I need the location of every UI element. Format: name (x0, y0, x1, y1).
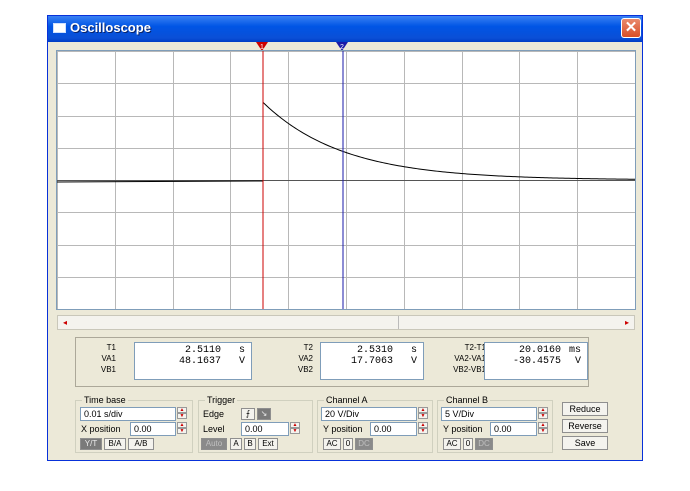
channel-b-scale-spinner[interactable]: ▲ ▼ (538, 407, 548, 421)
scroll-thumb[interactable] (63, 316, 399, 329)
va2-value: 17.7063 (350, 356, 393, 367)
t2-label: T2 (303, 343, 313, 352)
channel-b-zero-button[interactable]: 0 (463, 438, 473, 450)
ab-mode-button[interactable]: A/B (128, 438, 154, 450)
channel-a-group: Channel A 20 V/Div ▲ ▼ Y position 0.00 ▲ ▼… (317, 395, 433, 453)
channel-b-ypos-spinner[interactable]: ▲ ▼ (538, 422, 548, 436)
channel-b-title: Channel B (444, 395, 491, 405)
graticule-grid (57, 51, 635, 309)
x-position-label: X position (81, 424, 121, 434)
vb1-label: VB1 (100, 365, 116, 374)
edge-label: Edge (203, 409, 225, 419)
timebase-spinner[interactable]: ▲ ▼ (177, 407, 187, 421)
va2-unit: V (410, 356, 417, 367)
trigger-b-button[interactable]: B (244, 438, 256, 450)
rising-edge-icon[interactable]: ⨍ (241, 408, 255, 420)
va2-label: VA2 (298, 354, 313, 363)
trigger-level-input[interactable]: 0.00 (241, 422, 289, 436)
channel-a-ypos-label: Y position (323, 424, 363, 434)
t1-time: 2.5110 (184, 345, 221, 356)
channel-a-ac-button[interactable]: AC (323, 438, 341, 450)
channel-a-ypos-input[interactable]: 0.00 (370, 422, 417, 436)
channel-a-scale-spinner[interactable]: ▲ ▼ (418, 407, 428, 421)
t1-label: T1 (106, 343, 116, 352)
cursor-readout-panel: T1 VA1 VB1 2.5110 s 48.1637 V T2 VA2 VB2… (75, 337, 589, 387)
t1-readout: 2.5110 s 48.1637 V (134, 342, 252, 380)
timebase-group: Time base 0.01 s/div ▲ ▼ X position 0.00 … (75, 395, 193, 453)
level-label: Level (203, 424, 225, 434)
ba-mode-button[interactable]: B/A (104, 438, 126, 450)
t2-time-unit: s (410, 345, 417, 356)
va1-unit: V (238, 356, 245, 367)
diff-va-value: -30.4575 (512, 356, 561, 367)
title-bar[interactable]: Oscilloscope ✕ (48, 16, 642, 42)
diff-time-label: T2-T1 (464, 343, 486, 352)
trigger-level-spinner[interactable]: ▲ ▼ (290, 422, 300, 436)
trigger-a-button[interactable]: A (230, 438, 242, 450)
channel-a-dc-button[interactable]: DC (355, 438, 373, 450)
va1-value: 48.1637 (178, 356, 221, 367)
diff-readout: 20.0160 ms -30.4575 V (484, 342, 588, 380)
scope-graticule (57, 51, 635, 309)
scroll-right-arrow-icon[interactable]: ▸ (620, 316, 634, 329)
vb2-label: VB2 (297, 365, 313, 374)
t2-readout: 2.5310 s 17.7063 V (320, 342, 424, 380)
window-title: Oscilloscope (70, 20, 151, 35)
diff-vb-label: VB2-VB1 (453, 365, 486, 374)
diff-time-unit: ms (568, 345, 581, 356)
diff-va-unit: V (574, 356, 581, 367)
reduce-button[interactable]: Reduce (562, 402, 608, 416)
trigger-title: Trigger (205, 395, 238, 405)
falling-edge-icon[interactable]: ↘ (257, 408, 271, 420)
scope-display (56, 50, 636, 310)
timebase-title: Time base (82, 395, 128, 405)
reverse-button[interactable]: Reverse (562, 419, 608, 433)
timebase-scale-input[interactable]: 0.01 s/div (80, 407, 176, 421)
x-position-spinner[interactable]: ▲ ▼ (177, 422, 187, 436)
t1-time-unit: s (238, 345, 245, 356)
channel-b-scale-input[interactable]: 5 V/Div (441, 407, 537, 421)
close-button[interactable]: ✕ (621, 18, 641, 38)
channel-b-ypos-label: Y position (443, 424, 483, 434)
diff-va-label: VA2-VA1 (454, 354, 486, 363)
channel-a-title: Channel A (324, 395, 370, 405)
yt-mode-button[interactable]: Y/T (80, 438, 102, 450)
oscilloscope-window: Oscilloscope ✕ 1 2 ◂ ▸ T1 VA1 VB1 2.5110… (47, 15, 643, 461)
channel-b-ac-button[interactable]: AC (443, 438, 461, 450)
trigger-ext-button[interactable]: Ext (258, 438, 278, 450)
channel-a-zero-button[interactable]: 0 (343, 438, 353, 450)
trigger-group: Trigger Edge ⨍ ↘ Level 0.00 ▲ ▼ Auto A B … (198, 395, 313, 453)
window-icon (53, 23, 66, 33)
t2-time: 2.5310 (356, 345, 393, 356)
channel-a-scale-input[interactable]: 20 V/Div (321, 407, 417, 421)
time-scrollbar[interactable]: ◂ ▸ (57, 315, 635, 330)
channel-b-group: Channel B 5 V/Div ▲ ▼ Y position 0.00 ▲ ▼ … (437, 395, 553, 453)
channel-b-ypos-input[interactable]: 0.00 (490, 422, 537, 436)
diff-time: 20.0160 (518, 345, 561, 356)
save-button[interactable]: Save (562, 436, 608, 450)
x-position-input[interactable]: 0.00 (130, 422, 176, 436)
channel-b-dc-button[interactable]: DC (475, 438, 493, 450)
trigger-auto-button[interactable]: Auto (201, 438, 227, 450)
channel-a-ypos-spinner[interactable]: ▲ ▼ (418, 422, 428, 436)
va1-label: VA1 (101, 354, 116, 363)
